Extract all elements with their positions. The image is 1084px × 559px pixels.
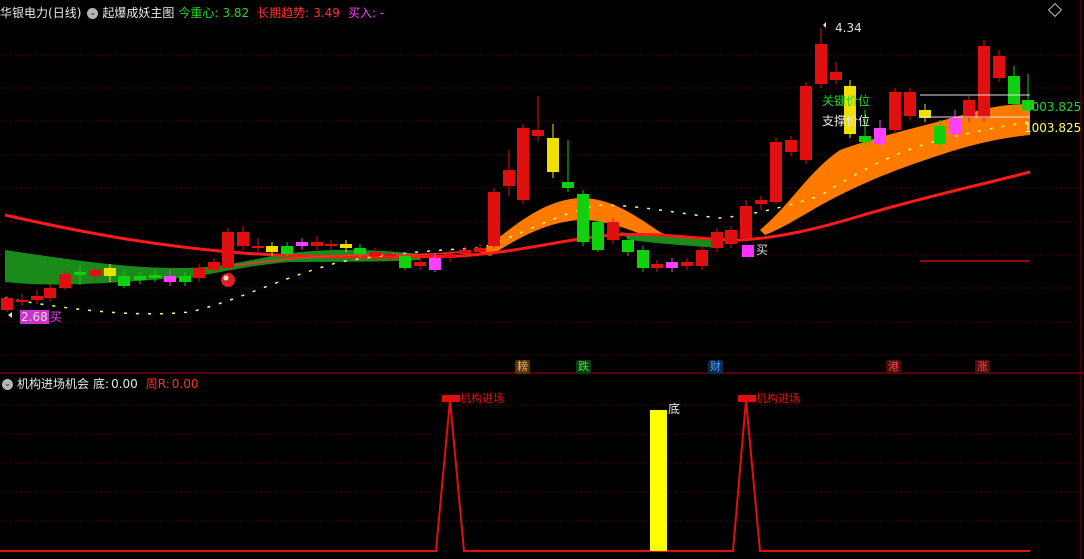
candle-body bbox=[414, 262, 426, 266]
key-price-label: 关键价位 bbox=[822, 94, 871, 108]
key-price-value: 1003.825 bbox=[1024, 100, 1082, 114]
candle-body bbox=[963, 100, 975, 118]
candle-body bbox=[978, 46, 990, 118]
candle-body bbox=[16, 300, 28, 302]
candle-body bbox=[651, 264, 663, 268]
candle-body bbox=[859, 136, 871, 142]
candle-body bbox=[252, 246, 264, 248]
candle-body bbox=[770, 142, 782, 202]
candle-body bbox=[208, 262, 220, 270]
candle-body bbox=[800, 86, 812, 160]
candle-body bbox=[193, 268, 205, 278]
support-price-value: 1003.825 bbox=[1024, 121, 1082, 135]
candle-body bbox=[949, 118, 961, 134]
candle-body bbox=[118, 276, 130, 286]
high-price-label: 4.34 bbox=[835, 21, 862, 35]
candle-body bbox=[740, 206, 752, 238]
candle-body bbox=[830, 72, 842, 80]
candle-body bbox=[622, 240, 634, 252]
candle-body bbox=[637, 250, 649, 268]
candle-body bbox=[1, 298, 13, 310]
candle-body bbox=[340, 244, 352, 248]
tag-cai: 财 bbox=[708, 360, 723, 374]
buy-ball-icon bbox=[221, 273, 235, 287]
sub-title[interactable]: 机构进场机会 bbox=[17, 375, 89, 393]
candle-body bbox=[325, 244, 337, 246]
candle-body bbox=[164, 276, 176, 282]
tag-gang: 港 bbox=[886, 360, 901, 374]
candle-body bbox=[311, 242, 323, 246]
sub-header: ⌄ 机构进场机会 底: 0.00 周R: 0.00 bbox=[0, 375, 199, 393]
candle-body bbox=[889, 92, 901, 130]
sub-indicator-toggle-icon[interactable]: ⌄ bbox=[2, 378, 13, 390]
tag-die: 跌 bbox=[576, 360, 591, 374]
candle-body bbox=[354, 248, 366, 254]
candle-body bbox=[547, 138, 559, 172]
candle-body bbox=[577, 194, 589, 242]
main-grid bbox=[0, 54, 1080, 356]
candle-body bbox=[384, 254, 396, 256]
tag-bang: 耪 bbox=[515, 360, 530, 374]
candle-body bbox=[815, 44, 827, 84]
bottom-signal-bar bbox=[650, 410, 667, 551]
candle-body bbox=[532, 130, 544, 136]
candle-body bbox=[517, 128, 529, 200]
candle-body bbox=[179, 276, 191, 282]
candle-body bbox=[222, 232, 234, 268]
sub-bottom-label: 底: bbox=[93, 377, 110, 391]
chart-window: 华银电力 (日线) ⌄ 起爆成妖主图 今重心: 3.82 长期趋势: 3.49 … bbox=[0, 0, 1084, 559]
candle-body bbox=[785, 140, 797, 152]
candle-body bbox=[1008, 76, 1020, 104]
candle-body bbox=[503, 170, 515, 186]
candle-body bbox=[934, 126, 946, 144]
tag-zhang: 涨 bbox=[975, 360, 990, 374]
candle-body bbox=[369, 252, 381, 256]
buy-square-icon bbox=[742, 244, 754, 257]
candle-body bbox=[59, 274, 71, 288]
candle-body bbox=[696, 250, 708, 266]
candle-body bbox=[104, 268, 116, 276]
mid-buy-label: 买 bbox=[740, 243, 770, 257]
candle-body bbox=[666, 262, 678, 268]
candle-body bbox=[874, 128, 886, 144]
entry-signal-line bbox=[0, 399, 1030, 552]
candle-body bbox=[31, 296, 43, 300]
bottom-marker-label: 底 bbox=[668, 402, 681, 416]
candle-body bbox=[993, 56, 1005, 78]
low-price-label: 2.68 买 bbox=[20, 310, 62, 324]
entry-label-1: 机构进场 bbox=[460, 392, 504, 405]
candle-body bbox=[266, 246, 278, 252]
candle-body bbox=[459, 250, 471, 254]
candle-body bbox=[89, 270, 101, 276]
candle-body bbox=[474, 248, 486, 252]
candle-body bbox=[607, 222, 619, 240]
candle-body bbox=[488, 192, 500, 246]
candle-body bbox=[592, 222, 604, 250]
sub-grid bbox=[0, 404, 1080, 522]
sub-bottom-value: 0.00 bbox=[111, 377, 138, 391]
candle-body bbox=[149, 275, 161, 278]
sub-weekly-label: 周R: bbox=[145, 377, 170, 391]
candle-body bbox=[44, 288, 56, 298]
candle-body bbox=[711, 232, 723, 248]
candle-body bbox=[296, 242, 308, 246]
candle-body bbox=[74, 272, 86, 275]
candle-body bbox=[725, 230, 737, 244]
candle-body bbox=[904, 92, 916, 116]
candle-body bbox=[429, 258, 441, 270]
candle-body bbox=[681, 262, 693, 266]
candle-body bbox=[444, 254, 456, 258]
support-price-label: 支撑价位 bbox=[822, 114, 871, 128]
entry-label-2: 机构进场 bbox=[756, 392, 800, 405]
candle-body bbox=[399, 256, 411, 268]
candle-body bbox=[237, 232, 249, 246]
candle-body bbox=[281, 246, 293, 254]
sub-weekly-value: 0.00 bbox=[171, 377, 199, 391]
candle-body bbox=[562, 182, 574, 188]
candle-body bbox=[134, 276, 146, 280]
chart-canvas bbox=[0, 0, 1084, 559]
candle-body bbox=[755, 200, 767, 204]
